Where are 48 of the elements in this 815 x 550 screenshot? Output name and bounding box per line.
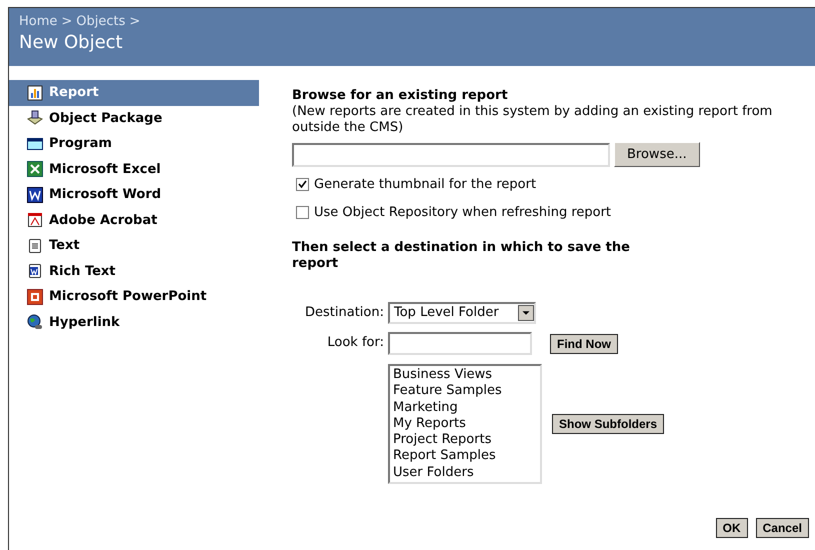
folder-list-item[interactable]: Feature Samples [393, 383, 537, 400]
sidebar-item[interactable]: Microsoft PowerPoint [9, 284, 259, 310]
file-path-field[interactable] [292, 142, 610, 166]
search-field[interactable] [388, 332, 532, 355]
folder-list-item[interactable]: My Reports [393, 416, 537, 432]
checkbox-label: Generate thumbnail for the report [314, 176, 536, 194]
checkbox-label: Use Object Repository when refreshing report [314, 204, 612, 222]
sidebar-item[interactable]: Microsoft Excel [9, 156, 259, 182]
browse-button[interactable]: Browse... [614, 142, 700, 167]
folder-list-item[interactable]: User Folders [393, 464, 537, 482]
field-label: Destination: [304, 304, 384, 322]
rich-text-file-icon [27, 263, 43, 280]
sidebar-item[interactable]: Text [9, 233, 259, 258]
sidebar-item[interactable]: Object Package [9, 106, 259, 131]
folder-list[interactable]: Business Views Feature Samples Marketing My Reports Project Reports Report Samples User Folders [388, 364, 542, 484]
dialog-button[interactable]: Cancel [756, 518, 809, 538]
checkbox[interactable] [296, 178, 309, 192]
sidebar-item[interactable]: Program [9, 131, 259, 156]
show-subfolders-button[interactable]: Show Subfolders [552, 414, 664, 434]
field-label: Look for: [326, 334, 384, 352]
find-now-button[interactable]: Find Now [550, 334, 618, 354]
section-heading: Then select a destination in which to save the report [292, 240, 631, 272]
sidebar-item[interactable]: Report [9, 80, 259, 106]
sidebar-item[interactable]: Adobe Acrobat [9, 208, 259, 233]
checkbox[interactable] [296, 206, 309, 219]
word-document-icon [27, 186, 43, 203]
dialog-button[interactable]: OK [716, 518, 748, 538]
folder-list-item[interactable]: Business Views [393, 367, 537, 384]
folder-list-item[interactable]: Marketing [393, 400, 537, 416]
check-icon [298, 180, 307, 190]
window-icon [27, 136, 43, 152]
sidebar-item[interactable]: Microsoft Word [9, 182, 259, 208]
pdf-icon [27, 212, 43, 228]
chart-document-icon [27, 84, 43, 101]
sidebar-item[interactable]: Rich Text [9, 258, 259, 284]
breadcrumb-separator: > [61, 13, 72, 31]
presentation-icon [27, 288, 43, 305]
section-note: (New reports are created in this system by adding an existing report from outside the CMS) [292, 104, 774, 136]
sidebar-item[interactable]: Hyperlink [9, 310, 259, 335]
spreadsheet-icon [27, 161, 43, 178]
page-title: New Object [19, 32, 124, 54]
folder-list-item[interactable]: Project Reports [393, 432, 537, 448]
breadcrumb-separator: > [129, 13, 140, 31]
destination-dropdown[interactable]: Top Level Folder [388, 302, 536, 324]
section-heading: Browse for an existing report [292, 88, 509, 104]
folder-list-item[interactable]: Report Samples [393, 448, 537, 465]
text-file-icon [27, 238, 43, 254]
globe-icon [27, 314, 43, 330]
